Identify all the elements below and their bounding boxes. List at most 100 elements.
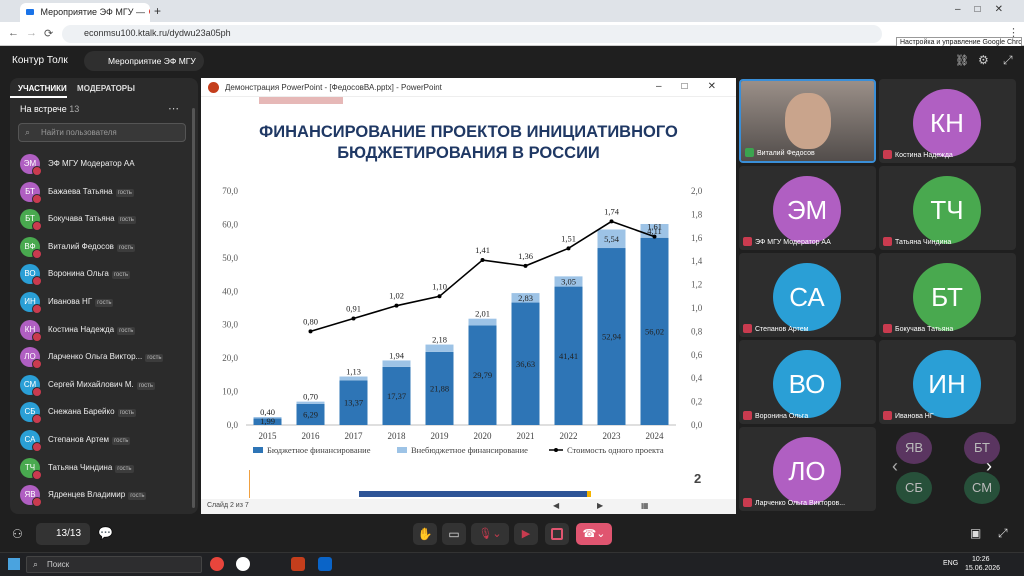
record-icon [551,528,563,540]
search-input[interactable]: ⌕ Найти пользователя [18,123,186,142]
app-name: Контур Толк [12,55,68,66]
tile-name: Виталий Федосов [757,150,815,157]
participants-button[interactable]: 13/13 [36,523,90,545]
member-row[interactable]: БТ Бажаева Татьяна гость [18,180,190,204]
camera-button[interactable]: ▶ [514,523,538,545]
taskbar-search[interactable]: ⌕ Поиск [26,556,202,573]
next-slide-icon[interactable]: ▶ [597,501,603,510]
ppt-titlebar: Демонстрация PowerPoint - [ФедосовВА.ppt… [201,78,736,97]
expand-icon[interactable]: ⤢ [1003,53,1013,68]
video-tile[interactable]: СА Степанов Артем [739,253,876,337]
chevron-right-icon[interactable]: › [986,456,992,477]
scrollbar[interactable] [192,108,195,508]
bar-extrabudget-label: 5,54 [604,234,620,244]
overflow-avatar[interactable]: ЯВ [896,432,932,464]
member-row[interactable]: ТЧ Татьяна Чиндина гость [18,456,190,480]
guest-badge: гость [145,354,164,363]
member-row[interactable]: СМ Сергей Михайлович М. гость [18,373,190,397]
more-icon[interactable]: ⋯ [168,102,179,115]
slide-bottom-bar-accent [587,491,591,497]
mic-button[interactable]: 🎙⌄ [471,523,509,545]
tab-participants[interactable]: УЧАСТНИКИ [10,78,67,98]
y-tick-label: 10,0 [222,387,238,397]
people-icon[interactable]: ⚇ [12,527,23,541]
tab-moderators[interactable]: МОДЕРАТОРЫ [69,78,135,93]
video-tile[interactable]: ЛО Ларченко Ольга Викторов... [739,427,876,511]
chat-icon[interactable]: 💬 [98,526,113,540]
mic-muted-icon [32,166,42,176]
cost-label: 1,61 [647,222,662,232]
mic-muted-icon [32,221,42,232]
chrome-taskbar-icon[interactable] [210,557,224,571]
slide-view-icon[interactable]: ▦ [641,501,649,510]
outlook-taskbar-icon[interactable] [318,557,332,571]
bar-extrabudget-label: 0,70 [303,392,318,402]
lang-indicator[interactable]: ENG [943,560,958,567]
member-row[interactable]: СБ Снежана Барейко гость [18,400,190,425]
ppt-window-controls[interactable]: –□✕ [656,81,736,92]
browser-tab[interactable]: Мероприятие ЭФ МГУ — [20,3,150,22]
tile-name: Степанов Артем [755,326,809,333]
member-row[interactable]: ЯВ Ядренцев Владимир гость [18,483,190,508]
y2-tick-label: 1,6 [691,233,703,243]
y2-tick-label: 1,4 [691,256,703,266]
member-row[interactable]: КН Костина Надежда гость [18,318,190,342]
meeting-title-pill[interactable]: Мероприятие ЭФ МГУ [84,51,204,71]
member-row[interactable]: БТ Бокучава Татьяна гость [18,207,190,232]
raise-hand-button[interactable]: ✋ [413,523,437,545]
funding-chart: 0,0 10,0 20,0 30,0 40,0 50,0 60,0 70,0 0,0 0,2 0,4… [222,186,703,455]
ppt-statusbar: Слайд 2 из 7 ◀ ▶ ▦ [201,499,736,514]
y2-tick-label: 1,2 [691,280,702,290]
window-controls[interactable]: –□✕ [955,4,1017,15]
reload-icon[interactable]: ⟳ [44,27,53,40]
hangup-button[interactable]: ☎⌄ [576,523,612,545]
mic-muted-icon [883,150,892,159]
member-name: Бажаева Татьяна гость [48,186,134,197]
member-row[interactable]: ИН Иванова НГ гость [18,290,190,314]
recording-icon [149,8,150,15]
member-row[interactable]: ЛО Ларченко Ольга Виктор... гость [18,345,190,370]
y2-tick-label: 0,2 [691,397,702,407]
bar-budget-label: 17,37 [387,391,406,401]
video-tile[interactable]: ТЧ Татьяна Чиндина [879,166,1016,250]
tile-avatar: ТЧ [913,176,981,244]
overflow-avatar[interactable]: БТ [964,432,1000,464]
powerpoint-taskbar-icon[interactable] [291,557,305,571]
video-tile[interactable]: Виталий Федосов [739,79,876,163]
windows-taskbar: ⌕ Поиск ENG 10:26 15.06.2026 [0,552,1024,576]
overflow-avatar[interactable]: СМ [964,472,1000,504]
overflow-avatar[interactable]: СБ [896,472,932,504]
screen-share-button[interactable]: ▭ [442,523,466,545]
gear-icon[interactable]: ⚙ [978,53,989,67]
forward-icon[interactable]: → [26,27,37,39]
cost-point [523,263,528,268]
new-tab-icon[interactable]: + [154,4,161,18]
member-row[interactable]: СА Степанов Артем гость [18,428,190,452]
video-tile[interactable]: КН Костина Надежда [879,79,1016,163]
member-row[interactable]: ВО Воронина Ольга гость [18,262,190,287]
video-tile[interactable]: БТ Бокучава Татьяна [879,253,1016,337]
guest-badge: гость [117,326,136,335]
record-button[interactable] [545,523,569,545]
member-row[interactable]: ВФ Виталий Федосов гость [18,235,190,259]
windows-start-icon[interactable] [8,558,20,570]
mic-muted-icon [32,331,42,342]
video-tile[interactable]: ЭМ ЭФ МГУ Модератор АА [739,166,876,250]
slide-bottom-bar [359,491,589,497]
back-icon[interactable]: ← [8,27,19,39]
video-tile[interactable]: ВО Воронина Ольга [739,340,876,424]
fullscreen-icon[interactable]: ⤢ [998,526,1008,541]
mic-muted-icon [743,411,752,420]
tile-avatar: ЭМ [773,176,841,244]
yandex-taskbar-icon[interactable] [236,557,250,571]
chevron-left-icon[interactable]: ‹ [892,456,898,477]
guest-badge: гость [112,437,131,445]
cost-label: 1,36 [518,251,533,261]
prev-slide-icon[interactable]: ◀ [553,501,559,510]
layout-icon[interactable]: ▣ [970,526,981,540]
video-tile[interactable]: ИН Иванова НГ [879,340,1016,424]
member-row[interactable]: ЭМ ЭФ МГУ Модератор АА [18,152,190,176]
url-field[interactable]: econmsu100.ktalk.ru/dydwu23a05ph [62,25,882,43]
y2-tick-label: 1,8 [691,209,703,219]
link-icon[interactable]: ⛓ [955,54,969,67]
